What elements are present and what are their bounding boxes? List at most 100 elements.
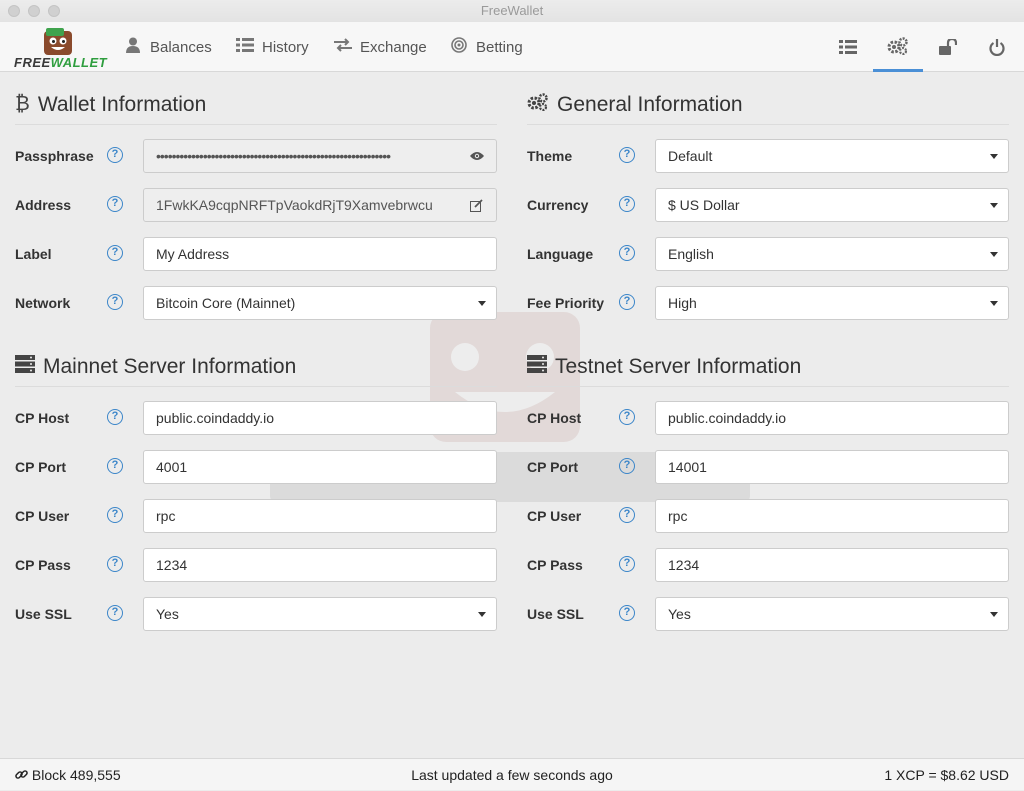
power-icon bbox=[989, 38, 1005, 56]
help-icon[interactable]: ? bbox=[107, 147, 123, 163]
network-select[interactable]: Bitcoin Core (Mainnet) bbox=[143, 286, 497, 320]
help-icon[interactable]: ? bbox=[107, 458, 123, 474]
cp-port-label: CP Port bbox=[15, 459, 67, 475]
edit-icon bbox=[470, 198, 483, 212]
edit-address-button[interactable] bbox=[457, 188, 497, 222]
caret-down-icon bbox=[478, 301, 486, 306]
mainnet-pass-row: CP Pass ? 1234 bbox=[15, 548, 497, 582]
help-icon[interactable]: ? bbox=[619, 605, 635, 621]
label-input[interactable]: My Address bbox=[143, 237, 497, 271]
mainnet-cp-port-input[interactable]: 4001 bbox=[143, 450, 497, 484]
network-row: Network ? Bitcoin Core (Mainnet) bbox=[15, 286, 497, 320]
network-value: Bitcoin Core (Mainnet) bbox=[156, 295, 296, 311]
mainnet-user-row: CP User ? rpc bbox=[15, 499, 497, 533]
mainnet-use-ssl-select[interactable]: Yes bbox=[143, 597, 497, 631]
minimize-window-button[interactable] bbox=[28, 5, 40, 17]
mainnet-cp-user-input[interactable]: rpc bbox=[143, 499, 497, 533]
help-icon[interactable]: ? bbox=[619, 458, 635, 474]
language-select[interactable]: English bbox=[655, 237, 1009, 271]
use-ssl-label: Use SSL bbox=[15, 606, 72, 622]
window-titlebar: FreeWallet bbox=[0, 0, 1024, 22]
caret-down-icon bbox=[478, 612, 486, 617]
cp-port-label: CP Port bbox=[527, 459, 579, 475]
testnet-cp-host-input[interactable]: public.coindaddy.io bbox=[655, 401, 1009, 435]
label-label: Label bbox=[15, 246, 52, 262]
help-icon[interactable]: ? bbox=[619, 147, 635, 163]
mainnet-cp-host-input[interactable]: public.coindaddy.io bbox=[143, 401, 497, 435]
eye-icon bbox=[469, 152, 484, 160]
help-icon[interactable]: ? bbox=[107, 196, 123, 212]
fee-priority-row: Fee Priority ? High bbox=[527, 286, 1009, 320]
nav-balances-label: Balances bbox=[150, 38, 212, 56]
cp-host-label: CP Host bbox=[15, 410, 70, 426]
testnet-port-row: CP Port ? 14001 bbox=[527, 450, 1009, 484]
help-icon[interactable]: ? bbox=[107, 294, 123, 310]
wallet-mascot-icon bbox=[44, 28, 72, 55]
top-navbar: FREEWALLET Balances History Exchange Bet… bbox=[0, 22, 1024, 72]
theme-label: Theme bbox=[527, 148, 573, 164]
nav-exchange[interactable]: Exchange bbox=[334, 22, 427, 72]
help-icon[interactable]: ? bbox=[619, 245, 635, 261]
theme-select[interactable]: Default bbox=[655, 139, 1009, 173]
passphrase-field[interactable]: ••••••••••••••••••••••••••••••••••••••••… bbox=[143, 139, 458, 173]
nav-exchange-label: Exchange bbox=[360, 38, 427, 56]
help-icon[interactable]: ? bbox=[619, 556, 635, 572]
cp-pass-label: CP Pass bbox=[15, 557, 71, 573]
nav-betting[interactable]: Betting bbox=[450, 22, 523, 72]
mainnet-use-ssl-value: Yes bbox=[156, 606, 179, 622]
logout-button[interactable] bbox=[972, 22, 1022, 72]
gears-icon bbox=[527, 92, 549, 117]
mainnet-cp-pass-input[interactable]: 1234 bbox=[143, 548, 497, 582]
language-value: English bbox=[668, 246, 714, 262]
server-icon bbox=[15, 354, 35, 379]
help-icon[interactable]: ? bbox=[619, 507, 635, 523]
window-controls[interactable] bbox=[8, 5, 60, 17]
cp-pass-label: CP Pass bbox=[527, 557, 583, 573]
lock-button[interactable] bbox=[923, 22, 973, 72]
freewallet-logo[interactable]: FREEWALLET bbox=[14, 27, 107, 70]
testnet-cp-port-input[interactable]: 14001 bbox=[655, 450, 1009, 484]
brand-wordmark: FREEWALLET bbox=[14, 55, 107, 70]
fee-priority-select[interactable]: High bbox=[655, 286, 1009, 320]
mainnet-server-title: Mainnet Server Information bbox=[43, 354, 297, 378]
testnet-cp-pass-input[interactable]: 1234 bbox=[655, 548, 1009, 582]
currency-label: Currency bbox=[527, 197, 589, 213]
currency-select[interactable]: $ US Dollar bbox=[655, 188, 1009, 222]
user-icon bbox=[124, 37, 142, 58]
address-field[interactable]: 1FwkKA9cqpNRFTpVaokdRjT9Xamvebrwcu bbox=[143, 188, 458, 222]
list-icon bbox=[236, 37, 254, 57]
nav-balances[interactable]: Balances bbox=[124, 22, 212, 72]
general-information-title: General Information bbox=[557, 92, 743, 116]
help-icon[interactable]: ? bbox=[619, 196, 635, 212]
close-window-button[interactable] bbox=[8, 5, 20, 17]
mainnet-port-row: CP Port ? 4001 bbox=[15, 450, 497, 484]
help-icon[interactable]: ? bbox=[107, 409, 123, 425]
show-passphrase-button[interactable] bbox=[457, 139, 497, 173]
wallet-information-heading: ₿ Wallet Information bbox=[15, 85, 497, 125]
fee-priority-label: Fee Priority bbox=[527, 295, 605, 311]
help-icon[interactable]: ? bbox=[107, 245, 123, 261]
help-icon[interactable]: ? bbox=[619, 409, 635, 425]
help-icon[interactable]: ? bbox=[107, 556, 123, 572]
testnet-server-heading: Testnet Server Information bbox=[527, 347, 1009, 387]
testnet-host-row: CP Host ? public.coindaddy.io bbox=[527, 401, 1009, 435]
block-height-status: Block 489,555 bbox=[15, 759, 121, 791]
nav-history[interactable]: History bbox=[236, 22, 309, 72]
bullseye-icon bbox=[450, 36, 468, 58]
testnet-use-ssl-select[interactable]: Yes bbox=[655, 597, 1009, 631]
gears-icon bbox=[887, 36, 908, 55]
testnet-pass-row: CP Pass ? 1234 bbox=[527, 548, 1009, 582]
xcp-price-status: 1 XCP = $8.62 USD bbox=[884, 767, 1009, 783]
zoom-window-button[interactable] bbox=[48, 5, 60, 17]
help-icon[interactable]: ? bbox=[619, 294, 635, 310]
caret-down-icon bbox=[990, 203, 998, 208]
settings-button[interactable] bbox=[873, 22, 923, 72]
fee-priority-value: High bbox=[668, 295, 697, 311]
help-icon[interactable]: ? bbox=[107, 507, 123, 523]
theme-value: Default bbox=[668, 148, 713, 164]
help-icon[interactable]: ? bbox=[107, 605, 123, 621]
address-label: Address bbox=[15, 197, 72, 213]
testnet-cp-user-input[interactable]: rpc bbox=[655, 499, 1009, 533]
list-view-button[interactable] bbox=[823, 22, 873, 72]
mainnet-host-row: CP Host ? public.coindaddy.io bbox=[15, 401, 497, 435]
